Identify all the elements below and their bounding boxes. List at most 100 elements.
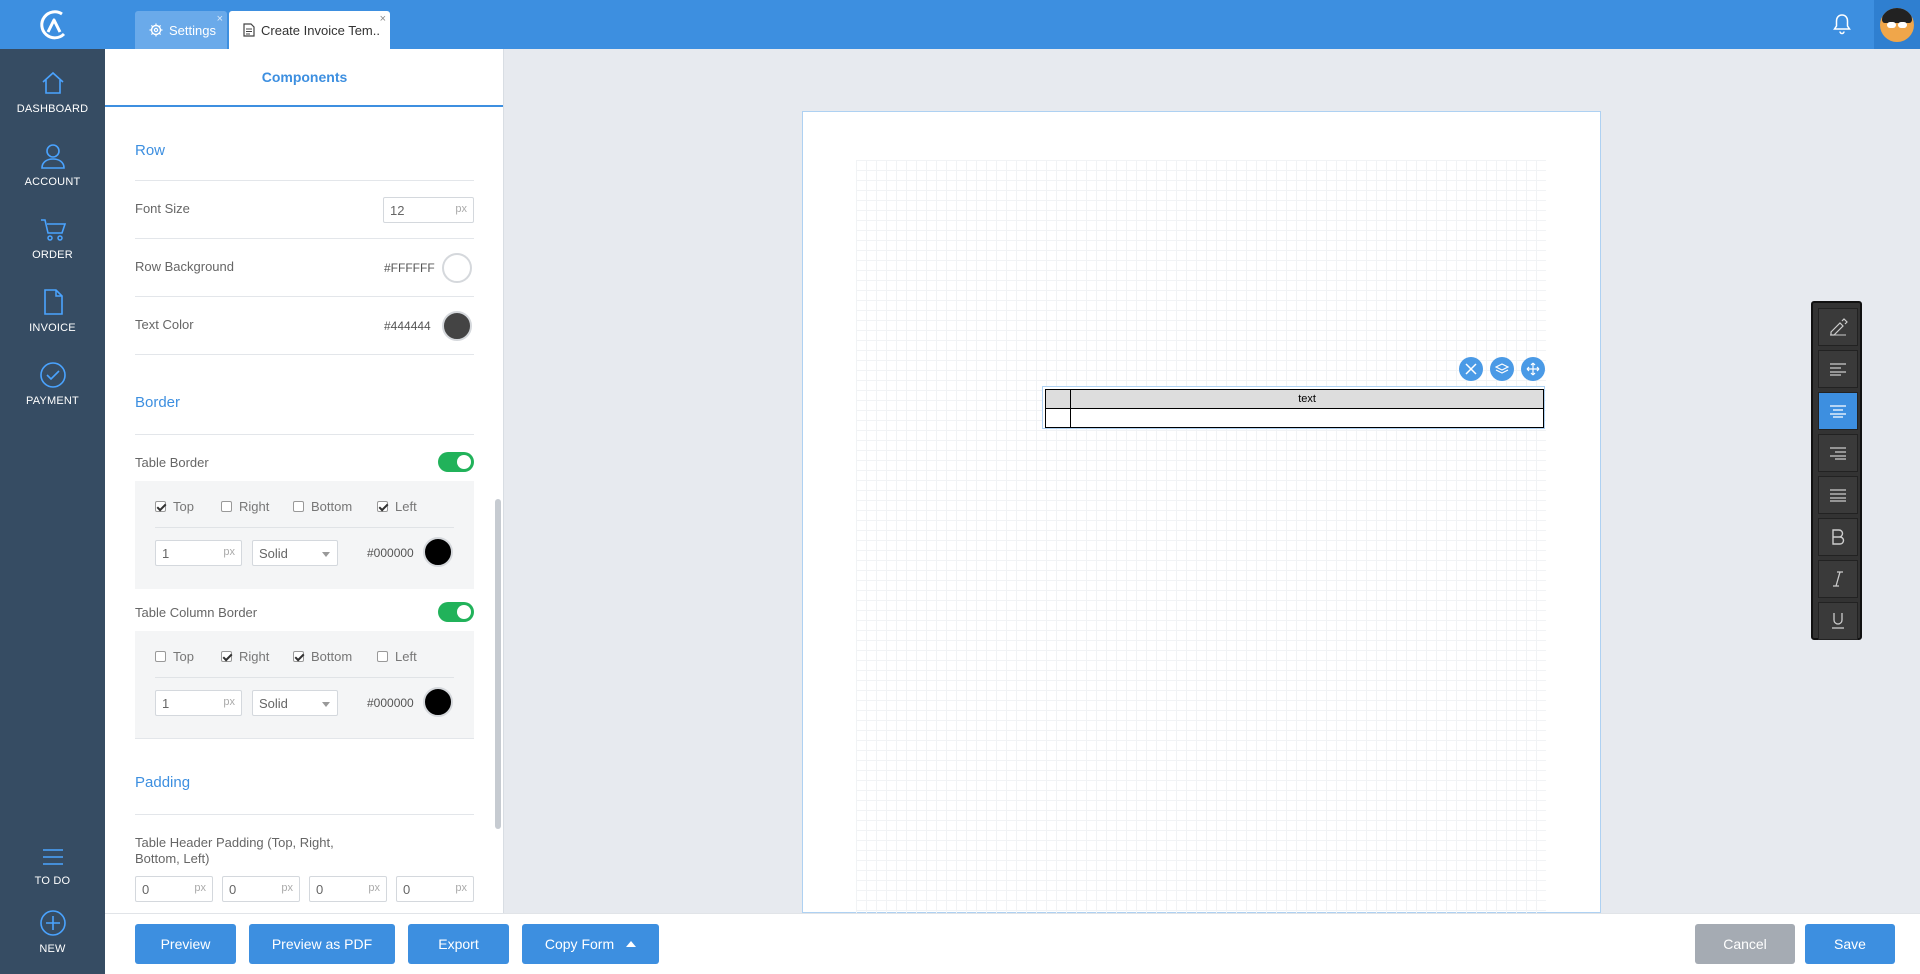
- nav-item-todo[interactable]: TO DO: [0, 845, 105, 915]
- format-toolbar: [1811, 301, 1862, 640]
- close-icon[interactable]: ×: [217, 14, 223, 25]
- move-icon: [1526, 362, 1540, 376]
- align-right-button[interactable]: [1818, 434, 1858, 472]
- column-border-color-swatch[interactable]: [423, 687, 453, 717]
- plus-circle-icon: [39, 910, 66, 936]
- document-icon: [243, 23, 255, 37]
- underline-button[interactable]: [1818, 602, 1858, 640]
- check-circle-icon: [39, 362, 66, 388]
- align-left-icon: [1830, 363, 1846, 376]
- tab-components[interactable]: Components: [105, 49, 503, 107]
- table-border-top-checkbox[interactable]: Top: [155, 499, 194, 514]
- text-color-label: Text Color: [135, 317, 194, 332]
- table-border-left-checkbox[interactable]: Left: [377, 499, 417, 514]
- table-border-width-input[interactable]: 1 px: [155, 540, 242, 566]
- preview-button[interactable]: Preview: [135, 924, 236, 964]
- table-border-options: Top Right Bottom Left 1 px Solid #000000: [135, 481, 474, 589]
- table-border-bottom-checkbox[interactable]: Bottom: [293, 499, 352, 514]
- copy-form-label: Copy Form: [544, 936, 615, 952]
- font-size-input[interactable]: 12 px: [383, 197, 474, 223]
- panel-scrollbar[interactable]: [495, 499, 501, 829]
- header-padding-right-input[interactable]: 0 px: [222, 876, 300, 902]
- italic-button[interactable]: [1818, 560, 1858, 598]
- nav-label: DASHBOARD: [16, 103, 89, 115]
- export-button[interactable]: Export: [408, 924, 509, 964]
- align-center-icon: [1830, 405, 1846, 418]
- user-avatar[interactable]: [1874, 0, 1920, 49]
- user-icon: [40, 144, 65, 169]
- app-logo[interactable]: [0, 0, 105, 49]
- divider: [135, 296, 474, 297]
- logo-icon: [39, 9, 65, 39]
- column-border-bottom-checkbox[interactable]: Bottom: [293, 649, 352, 664]
- nav-item-order[interactable]: ORDER: [0, 215, 105, 285]
- bell-icon[interactable]: [1832, 13, 1852, 40]
- border-section-title: Border: [135, 394, 181, 411]
- italic-icon: [1833, 571, 1843, 587]
- header-padding-left-input[interactable]: 0 px: [396, 876, 474, 902]
- tab-create-invoice-template[interactable]: Create Invoice Tem.. ×: [229, 11, 390, 49]
- layer-widget-button[interactable]: [1490, 357, 1514, 381]
- row-background-swatch[interactable]: [442, 253, 472, 283]
- move-widget-button[interactable]: [1521, 357, 1545, 381]
- table-border-right-checkbox[interactable]: Right: [221, 499, 269, 514]
- cancel-button[interactable]: Cancel: [1695, 924, 1795, 964]
- divider: [155, 677, 454, 678]
- column-border-left-checkbox[interactable]: Left: [377, 649, 417, 664]
- home-icon: [41, 71, 64, 94]
- gear-icon: [149, 23, 163, 37]
- divider: [135, 814, 474, 815]
- divider: [135, 354, 474, 355]
- nav-item-invoice[interactable]: INVOICE: [0, 288, 105, 358]
- table-border-toggle[interactable]: [438, 452, 474, 472]
- nav-item-new[interactable]: NEW: [0, 909, 105, 974]
- column-border-style-select[interactable]: Solid: [252, 690, 338, 716]
- nav-label: INVOICE: [29, 322, 76, 334]
- left-nav: DASHBOARD ACCOUNT ORDER INVOICE PAYMENT …: [0, 49, 105, 974]
- header-padding-bottom-input[interactable]: 0 px: [309, 876, 387, 902]
- table-header-cell[interactable]: [1044, 389, 1072, 409]
- copy-form-button[interactable]: Copy Form: [522, 924, 659, 964]
- row-section-title: Row: [135, 142, 166, 159]
- cart-icon: [40, 219, 66, 241]
- brush-button[interactable]: [1818, 308, 1858, 346]
- nav-item-account[interactable]: ACCOUNT: [0, 142, 105, 212]
- table-column-border-label: Table Column Border: [135, 605, 258, 620]
- nav-item-payment[interactable]: PAYMENT: [0, 361, 105, 431]
- header-padding-label: Table Header Padding (Top, Right,: [135, 835, 334, 850]
- column-border-top-checkbox[interactable]: Top: [155, 649, 194, 664]
- align-justify-icon: [1830, 489, 1846, 502]
- bold-button[interactable]: [1818, 518, 1858, 556]
- table-widget[interactable]: text: [1042, 386, 1545, 429]
- table-cell[interactable]: [1070, 408, 1544, 428]
- delete-widget-button[interactable]: [1459, 357, 1483, 381]
- align-left-button[interactable]: [1818, 350, 1858, 388]
- table-cell[interactable]: [1044, 408, 1072, 428]
- text-color-swatch[interactable]: [442, 311, 472, 341]
- table-column-border-toggle[interactable]: [438, 602, 474, 622]
- align-center-button[interactable]: [1818, 392, 1858, 430]
- divider: [155, 527, 454, 528]
- column-border-right-checkbox[interactable]: Right: [221, 649, 269, 664]
- avatar: [1880, 7, 1914, 42]
- document-icon: [43, 289, 63, 315]
- column-border-width-input[interactable]: 1 px: [155, 690, 242, 716]
- header-padding-top-input[interactable]: 0 px: [135, 876, 213, 902]
- table-header-cell[interactable]: text: [1070, 389, 1544, 409]
- nav-item-dashboard[interactable]: DASHBOARD: [0, 69, 105, 139]
- bold-icon: [1832, 529, 1845, 545]
- align-right-icon: [1830, 447, 1846, 460]
- tab-settings[interactable]: Settings ×: [135, 11, 227, 49]
- layers-icon: [1495, 363, 1509, 374]
- underline-icon: [1832, 613, 1844, 629]
- align-justify-button[interactable]: [1818, 476, 1858, 514]
- save-button[interactable]: Save: [1805, 924, 1895, 964]
- close-icon[interactable]: ×: [380, 14, 386, 25]
- table-border-color-swatch[interactable]: [423, 537, 453, 567]
- table-border-style-select[interactable]: Solid: [252, 540, 338, 566]
- preview-pdf-button[interactable]: Preview as PDF: [249, 924, 395, 964]
- nav-label: PAYMENT: [26, 395, 79, 407]
- divider: [135, 238, 474, 239]
- nav-label: ACCOUNT: [24, 176, 81, 188]
- components-panel: Components Row Font Size 12 px Row Backgr…: [105, 49, 504, 925]
